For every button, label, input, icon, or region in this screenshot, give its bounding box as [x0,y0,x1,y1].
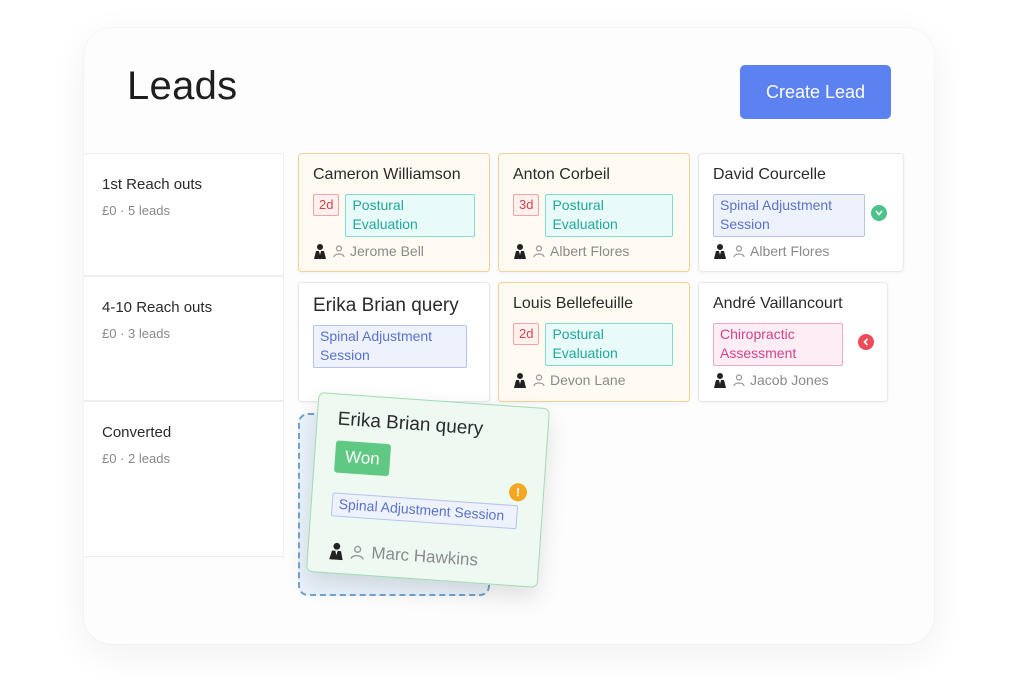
service-tag: Chiropractic Assessment [713,323,843,366]
lead-card[interactable]: Louis Bellefeuille 2d Postural Evaluatio… [498,282,690,402]
stage-count: 2 leads [128,451,170,466]
stage-count: 3 leads [128,326,170,341]
lead-card[interactable]: Anton Corbeil 3d Postural Evaluation Alb… [498,153,690,272]
dot-separator: · [120,451,129,466]
lead-name: David Courcelle [713,166,826,183]
stage-amount: £0 [102,326,117,341]
alert-icon: ! [508,482,528,502]
service-tag: Postural Evaluation [345,194,475,237]
avatar-icon [329,542,343,561]
create-lead-button[interactable]: Create Lead [740,65,891,119]
days-badge: 2d [313,194,340,216]
user-icon [533,374,545,386]
days-badge: 3d [513,194,540,216]
avatar-icon [514,244,526,259]
user-icon [533,245,545,257]
lead-name: Erika Brian query [313,295,459,316]
avatar-icon [714,244,726,259]
stage-amount: £0 [102,203,117,218]
owner-name: Devon Lane [550,372,626,388]
days-badge: 2d [513,323,540,345]
chevron-down-icon[interactable] [871,205,887,221]
page-title: Leads [127,64,238,108]
user-icon [333,245,345,257]
owner-name: Jerome Bell [350,243,424,259]
user-icon [733,245,745,257]
service-tag: Postural Evaluation [545,194,674,237]
service-tag: Postural Evaluation [545,323,674,366]
stage-name: Converted [102,424,172,441]
lead-card[interactable]: Cameron Williamson 2d Postural Evaluatio… [298,153,490,272]
owner-name: Albert Flores [750,243,830,259]
lead-name: Anton Corbeil [513,166,610,183]
lead-owner: Jacob Jones [713,372,873,388]
lead-owner: Jerome Bell [313,243,475,259]
service-tag: Spinal Adjustment Session [313,325,467,368]
stage-meta: £0 · 3 leads [102,326,265,341]
lead-name: Louis Bellefeuille [513,295,634,312]
service-tag: Spinal Adjustment Session [330,492,519,530]
stage-count: 5 leads [128,203,170,218]
stage-meta: £0 · 2 leads [102,451,265,466]
user-icon [733,374,745,386]
service-tag: Spinal Adjustment Session [713,194,865,237]
avatar-icon [514,373,526,388]
lead-owner: Albert Flores [713,243,889,259]
won-badge: Won [333,440,391,477]
owner-name: Marc Hawkins [370,543,479,570]
stage-4-10-reach-outs[interactable]: 4-10 Reach outs £0 · 3 leads [84,276,284,401]
avatar-icon [714,373,726,388]
lead-owner: Devon Lane [513,372,675,388]
lead-name: Erika Brian query [336,408,484,440]
dragging-lead-card[interactable]: Erika Brian query Won ! Spinal Adjustmen… [306,392,550,588]
lead-owner: Marc Hawkins [328,540,519,573]
stage-1st-reach-outs[interactable]: 1st Reach outs £0 · 5 leads [84,153,284,276]
lead-name: André Vaillancourt [713,295,843,312]
dot-separator: · [120,326,129,341]
stage-meta: £0 · 5 leads [102,203,265,218]
avatar-icon [314,244,326,259]
lead-card[interactable]: David Courcelle Spinal Adjustment Sessio… [698,153,904,272]
owner-name: Albert Flores [550,243,630,259]
stage-name: 4-10 Reach outs [102,299,213,316]
stage-converted[interactable]: Converted £0 · 2 leads [84,401,284,557]
stage-amount: £0 [102,451,117,466]
lead-card[interactable]: Erika Brian query Spinal Adjustment Sess… [298,282,490,402]
stage-name: 1st Reach outs [102,176,203,193]
chevron-left-icon[interactable] [858,334,874,350]
lead-owner: Albert Flores [513,243,675,259]
lead-card[interactable]: André Vaillancourt Chiropractic Assessme… [698,282,888,402]
owner-name: Jacob Jones [750,372,829,388]
user-icon [350,545,364,560]
dot-separator: · [120,203,129,218]
lead-name: Cameron Williamson [313,166,461,183]
